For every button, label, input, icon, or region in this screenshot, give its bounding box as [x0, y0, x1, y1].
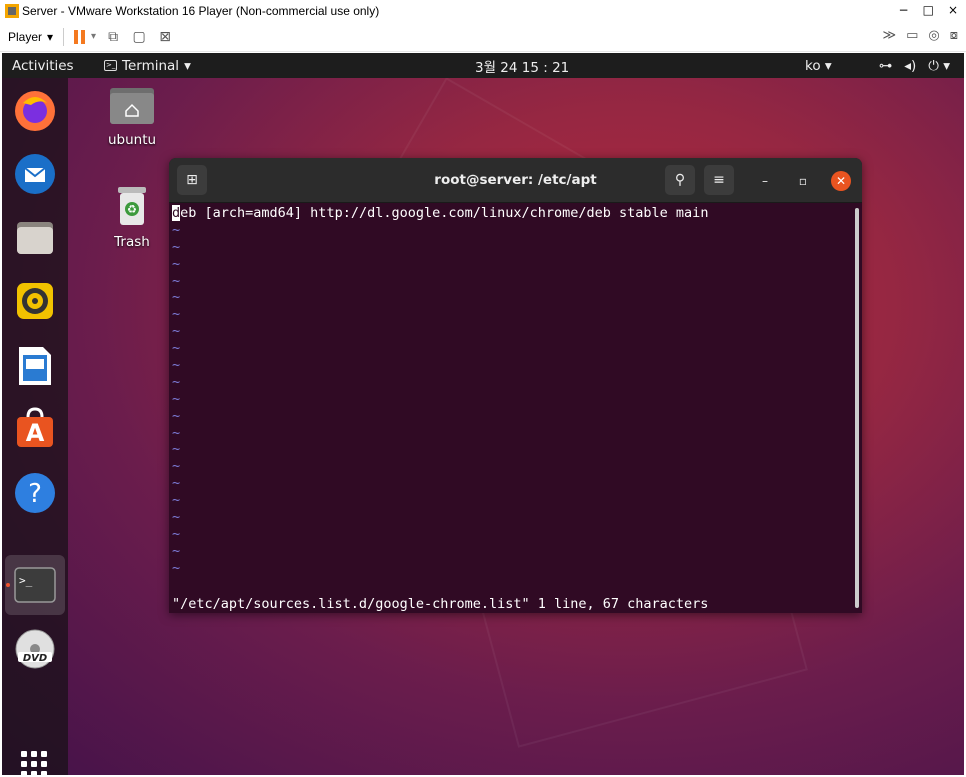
desktop-home-label: ubuntu: [107, 132, 157, 148]
desktop-home-folder[interactable]: ubuntu: [102, 85, 162, 148]
empty-line-tilde: ~: [172, 221, 181, 238]
vmware-toolbar: Player ▾ ▾ ⧉ ▢ ⊠ ≫ ▭ ◎ ⧇: [0, 22, 966, 52]
terminal-headerbar[interactable]: ⊞ root@server: /etc/apt ⚲ ≡ – ▫ ✕: [169, 158, 862, 203]
pause-icon[interactable]: [74, 29, 86, 44]
window-title: Server - VMware Workstation 16 Player (N…: [22, 4, 380, 18]
pause-menu-chevron-icon[interactable]: ▾: [91, 31, 96, 42]
rhythmbox-icon[interactable]: [12, 278, 58, 324]
player-menu[interactable]: Player ▾: [8, 30, 53, 44]
fullscreen-icon[interactable]: ⊠: [156, 28, 174, 46]
input-language-indicator[interactable]: ko ▾: [805, 58, 832, 74]
minimize-button[interactable]: –: [755, 171, 775, 191]
files-icon[interactable]: [12, 215, 58, 261]
empty-line-tilde: ~: [172, 357, 181, 374]
new-tab-button[interactable]: ⊞: [177, 165, 207, 195]
empty-line-tilde: ~: [172, 441, 181, 458]
network-adapter-icon[interactable]: ⧇: [950, 28, 958, 43]
activities-button[interactable]: Activities: [12, 58, 74, 74]
empty-line-tilde: ~: [172, 559, 181, 576]
home-folder-icon: [110, 88, 154, 124]
terminal-window[interactable]: ⊞ root@server: /etc/apt ⚲ ≡ – ▫ ✕ deb [a…: [169, 158, 862, 613]
cursor: d: [172, 205, 181, 221]
empty-line-tilde: ~: [172, 289, 181, 306]
network-icon: ⊶: [878, 57, 893, 74]
system-tray[interactable]: ⊶ ◂) ⏻ ▾: [879, 58, 950, 74]
line-text: eb [arch=amd64] http://dl.google.com/lin…: [180, 205, 709, 221]
svg-text:A: A: [26, 419, 45, 447]
svg-text:DVD: DVD: [23, 653, 47, 664]
empty-line-tilde: ~: [172, 340, 181, 357]
empty-line-tilde: ~: [172, 475, 181, 492]
ubuntu-software-icon[interactable]: A: [12, 405, 58, 451]
unity-mode-icon[interactable]: ▢: [130, 28, 148, 46]
app-menu[interactable]: >_ Terminal ▾: [104, 58, 191, 74]
empty-line-tilde: ~: [172, 424, 181, 441]
gnome-topbar: Activities >_ Terminal ▾ 3월 24 15 : 21 k…: [2, 53, 964, 78]
empty-line-tilde: ~: [172, 238, 181, 255]
empty-line-tilde: ~: [172, 306, 181, 323]
close-button[interactable]: ✕: [831, 171, 851, 191]
svg-text:>_: >_: [19, 574, 33, 587]
more-devices-icon[interactable]: ≫: [882, 28, 896, 43]
trash-icon: ♻: [118, 187, 146, 225]
vmware-titlebar: Server - VMware Workstation 16 Player (N…: [0, 0, 966, 22]
language-label: ko: [805, 57, 821, 74]
show-applications-icon[interactable]: [21, 751, 47, 775]
terminal-icon[interactable]: >_: [12, 562, 58, 608]
app-menu-label: Terminal: [122, 57, 180, 74]
terminal-scrollbar[interactable]: [855, 208, 859, 608]
thunderbird-icon[interactable]: [12, 151, 58, 197]
vmware-logo-icon: [5, 4, 19, 18]
hamburger-menu-icon: ≡: [713, 172, 725, 188]
running-indicator: [6, 583, 10, 587]
desktop-trash-label: Trash: [114, 234, 150, 250]
chevron-down-icon: ▾: [47, 29, 54, 44]
dvd-icon[interactable]: DVD: [12, 626, 58, 672]
close-button[interactable]: ×: [948, 3, 958, 17]
empty-line-tilde: ~: [172, 492, 181, 509]
chevron-down-icon: ▾: [184, 57, 191, 74]
clock[interactable]: 3월 24 15 : 21: [475, 56, 569, 76]
empty-line-tilde: ~: [172, 509, 181, 526]
file-line-1: deb [arch=amd64] http://dl.google.com/li…: [172, 205, 854, 222]
new-tab-icon: ⊞: [186, 172, 198, 188]
desktop-trash[interactable]: ♻ Trash: [102, 185, 162, 250]
svg-text:♻: ♻: [127, 203, 137, 216]
hard-disk-icon[interactable]: ▭: [906, 28, 918, 43]
power-icon: ⏻ ▾: [928, 57, 950, 74]
empty-line-tilde: ~: [172, 255, 181, 272]
maximize-button[interactable]: ▫: [793, 171, 813, 191]
dock: A ? >_ DVD: [2, 78, 68, 775]
help-icon[interactable]: ?: [12, 470, 58, 516]
player-menu-label: Player: [8, 29, 43, 44]
search-icon: ⚲: [674, 172, 686, 188]
toolbar-divider: [63, 27, 65, 46]
terminal-app-icon: >_: [104, 60, 117, 71]
empty-line-tilde: ~: [172, 323, 181, 340]
empty-line-tilde: ~: [172, 373, 181, 390]
vim-status-line: "/etc/apt/sources.list.d/google-chrome.l…: [172, 596, 709, 612]
libreoffice-writer-icon[interactable]: [12, 343, 58, 389]
cd-dvd-icon[interactable]: ◎: [928, 28, 939, 43]
empty-line-tilde: ~: [172, 272, 181, 289]
svg-text:?: ?: [28, 479, 42, 509]
empty-line-tilde: ~: [172, 407, 181, 424]
search-button[interactable]: ⚲: [665, 165, 695, 195]
firefox-icon[interactable]: [12, 88, 58, 134]
empty-line-tilde: ~: [172, 542, 181, 559]
terminal-content[interactable]: deb [arch=amd64] http://dl.google.com/li…: [172, 205, 854, 613]
empty-line-tilde: ~: [172, 525, 181, 542]
empty-line-tilde: ~: [172, 458, 181, 475]
maximize-button[interactable]: □: [923, 3, 934, 17]
send-ctrl-alt-del-icon[interactable]: ⧉: [104, 28, 122, 46]
guest-screen[interactable]: Activities >_ Terminal ▾ 3월 24 15 : 21 k…: [2, 53, 964, 775]
minimize-button[interactable]: −: [899, 3, 909, 17]
volume-icon: ◂): [904, 57, 917, 74]
menu-button[interactable]: ≡: [704, 165, 734, 195]
empty-line-tilde: ~: [172, 390, 181, 407]
